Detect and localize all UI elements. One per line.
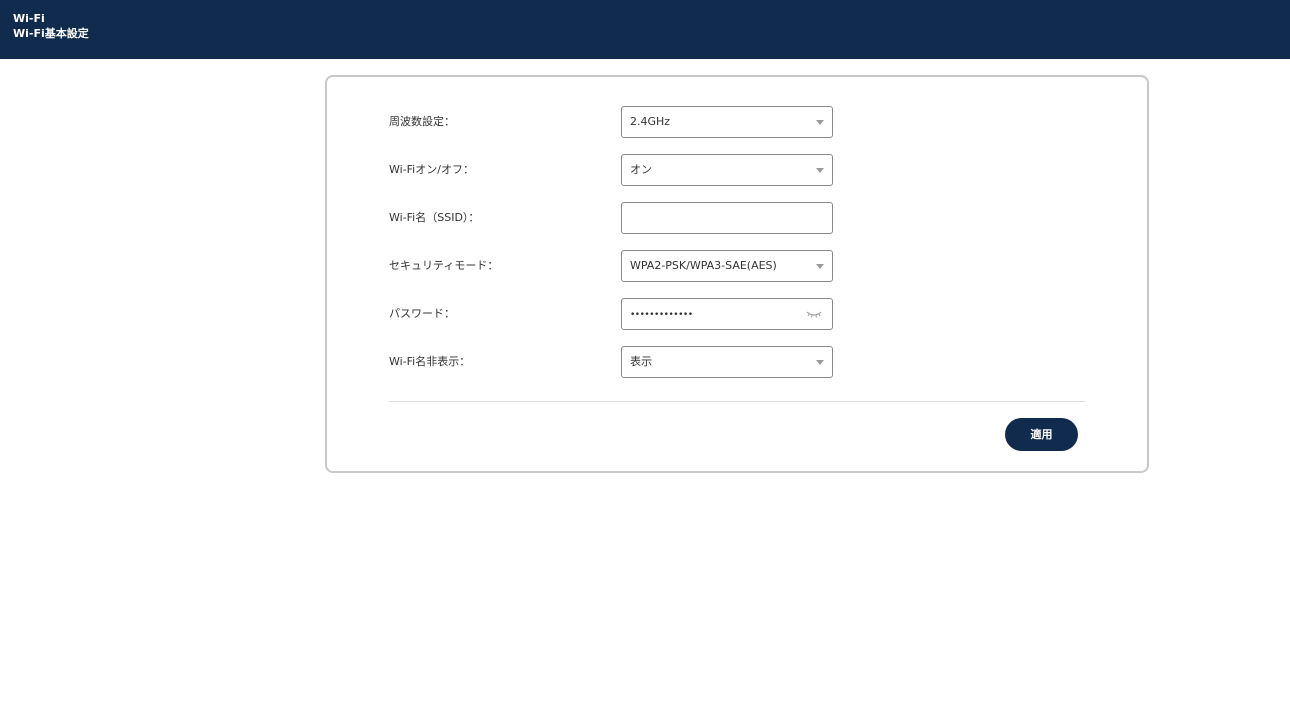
settings-card: 周波数設定： 2.4GHz Wi-Fiオン/オフ： オン Wi-Fi名（SSID…: [325, 75, 1149, 473]
header-bar: Wi-Fi Wi-Fi基本設定: [0, 0, 1290, 59]
hide-ssid-label: Wi-Fi名非表示：: [389, 355, 471, 368]
hide-ssid-row: Wi-Fi名非表示： 表示: [389, 346, 889, 378]
hide-ssid-select[interactable]: 表示: [621, 346, 833, 378]
frequency-select[interactable]: 2.4GHz: [621, 106, 833, 138]
security-mode-value: WPA2-PSK/WPA3-SAE(AES): [630, 259, 777, 272]
password-input[interactable]: •••••••••••••: [621, 298, 833, 330]
password-value: •••••••••••••: [630, 310, 693, 320]
wifi-onoff-row: Wi-Fiオン/オフ： オン: [389, 154, 889, 186]
breadcrumb-parent[interactable]: Wi-Fi: [13, 12, 1277, 26]
divider: [389, 401, 1085, 402]
frequency-value: 2.4GHz: [630, 115, 671, 128]
chevron-down-icon: [816, 120, 824, 125]
page-title: Wi-Fi基本設定: [13, 27, 89, 40]
hide-ssid-value: 表示: [630, 355, 652, 368]
frequency-label: 周波数設定：: [389, 115, 455, 128]
wifi-onoff-label: Wi-Fiオン/オフ：: [389, 163, 474, 176]
chevron-down-icon: [816, 168, 824, 173]
chevron-down-icon: [816, 360, 824, 365]
ssid-input[interactable]: [630, 203, 826, 232]
ssid-label: Wi-Fi名（SSID）：: [389, 211, 480, 224]
ssid-field-box: [621, 202, 833, 234]
security-mode-row: セキュリティモード： WPA2-PSK/WPA3-SAE(AES): [389, 250, 889, 282]
eye-closed-icon[interactable]: [806, 309, 822, 319]
apply-button[interactable]: 適用: [1005, 418, 1078, 451]
ssid-row: Wi-Fi名（SSID）：: [389, 202, 889, 234]
wifi-onoff-select[interactable]: オン: [621, 154, 833, 186]
password-label: パスワード：: [389, 307, 455, 320]
security-mode-select[interactable]: WPA2-PSK/WPA3-SAE(AES): [621, 250, 833, 282]
chevron-down-icon: [816, 264, 824, 269]
password-row: パスワード： •••••••••••••: [389, 298, 889, 330]
security-mode-label: セキュリティモード：: [389, 259, 499, 272]
frequency-row: 周波数設定： 2.4GHz: [389, 106, 889, 138]
wifi-onoff-value: オン: [630, 163, 652, 176]
